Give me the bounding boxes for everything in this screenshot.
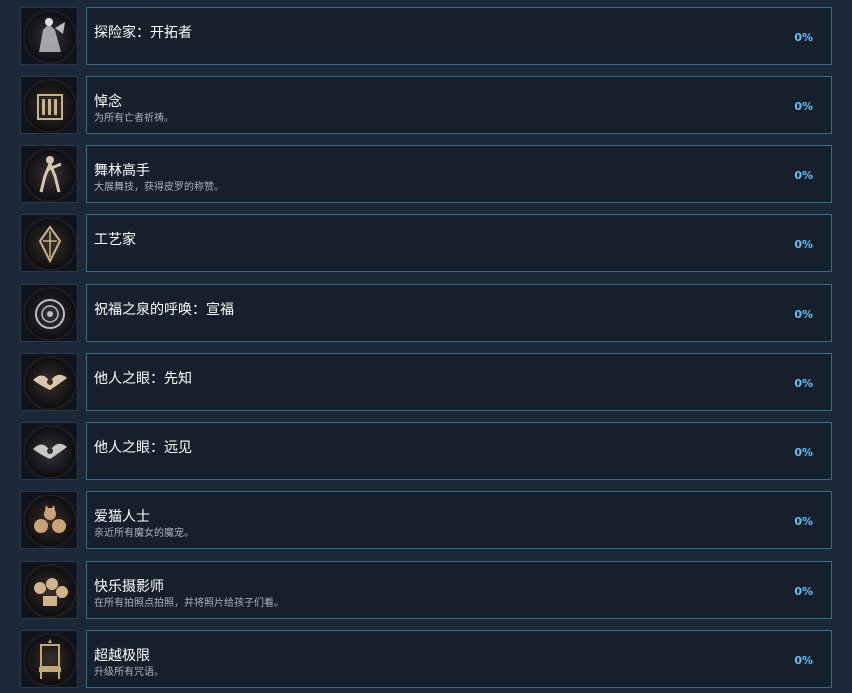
achievement-title: 工艺家 [94, 232, 136, 248]
achievement-card: 他人之眼：先知 0% [86, 353, 832, 411]
achievement-percent: 0% [794, 169, 813, 182]
achievement-card: 舞林高手 大展舞技，获得皮罗的称赞。 0% [86, 145, 832, 203]
achievement-row[interactable]: 快乐摄影师 在所有拍照点拍照，并将照片给孩子们看。 0% [20, 561, 832, 619]
achievement-description: 升级所有咒语。 [94, 667, 164, 678]
achievement-description: 为所有亡者祈祷。 [94, 113, 174, 124]
achievement-title: 他人之眼：远见 [94, 440, 192, 456]
achievement-card: 爱猫人士 亲近所有魔女的魔宠。 0% [86, 491, 832, 549]
achievement-row[interactable]: 祝福之泉的呼唤：宣福 0% [20, 284, 832, 342]
achievement-percent: 0% [794, 377, 813, 390]
achievement-row[interactable]: 探险家：开拓者 0% [20, 7, 832, 65]
achievement-description: 在所有拍照点拍照，并将照片给孩子们看。 [94, 598, 284, 609]
craft-icon [20, 214, 78, 272]
achievement-title: 祝福之泉的呼唤：宣福 [94, 302, 234, 318]
achievement-row[interactable]: 工艺家 0% [20, 214, 832, 272]
achievement-title: 超越极限 [94, 648, 150, 664]
achievement-percent: 0% [794, 238, 813, 251]
achievement-card: 探险家：开拓者 0% [86, 7, 832, 65]
achievement-row[interactable]: 爱猫人士 亲近所有魔女的魔宠。 0% [20, 491, 832, 549]
achievement-card: 工艺家 0% [86, 214, 832, 272]
achievement-list: 探险家：开拓者 0% 悼念 为所有亡者祈祷。 0% 舞林高手 大展舞技，获得皮罗… [0, 0, 852, 693]
shrine-icon [20, 76, 78, 134]
achievement-card: 超越极限 升级所有咒语。 0% [86, 630, 832, 688]
achievement-percent: 0% [794, 654, 813, 667]
achievement-row[interactable]: 超越极限 升级所有咒语。 0% [20, 630, 832, 688]
achievement-description: 亲近所有魔女的魔宠。 [94, 528, 194, 539]
achievement-title: 快乐摄影师 [94, 579, 164, 595]
children-icon [20, 561, 78, 619]
achievement-title: 探险家：开拓者 [94, 25, 192, 41]
eye-bird-grey-icon [20, 422, 78, 480]
achievement-percent: 0% [794, 31, 813, 44]
throne-icon [20, 630, 78, 688]
fountain-icon [20, 284, 78, 342]
achievement-title: 舞林高手 [94, 163, 150, 179]
achievement-row[interactable]: 他人之眼：先知 0% [20, 353, 832, 411]
achievement-row[interactable]: 舞林高手 大展舞技，获得皮罗的称赞。 0% [20, 145, 832, 203]
achievement-card: 他人之眼：远见 0% [86, 422, 832, 480]
cats-icon [20, 491, 78, 549]
explorer-icon [20, 7, 78, 65]
achievement-card: 悼念 为所有亡者祈祷。 0% [86, 76, 832, 134]
achievement-card: 快乐摄影师 在所有拍照点拍照，并将照片给孩子们看。 0% [86, 561, 832, 619]
achievement-title: 悼念 [94, 94, 122, 110]
achievement-title: 爱猫人士 [94, 509, 150, 525]
achievement-row[interactable]: 悼念 为所有亡者祈祷。 0% [20, 76, 832, 134]
achievement-percent: 0% [794, 308, 813, 321]
achievement-title: 他人之眼：先知 [94, 371, 192, 387]
achievement-percent: 0% [794, 100, 813, 113]
achievement-percent: 0% [794, 446, 813, 459]
eye-bird-icon [20, 353, 78, 411]
dancer-icon [20, 145, 78, 203]
achievement-percent: 0% [794, 515, 813, 528]
achievement-percent: 0% [794, 585, 813, 598]
achievement-description: 大展舞技，获得皮罗的称赞。 [94, 182, 224, 193]
achievement-card: 祝福之泉的呼唤：宣福 0% [86, 284, 832, 342]
achievement-row[interactable]: 他人之眼：远见 0% [20, 422, 832, 480]
